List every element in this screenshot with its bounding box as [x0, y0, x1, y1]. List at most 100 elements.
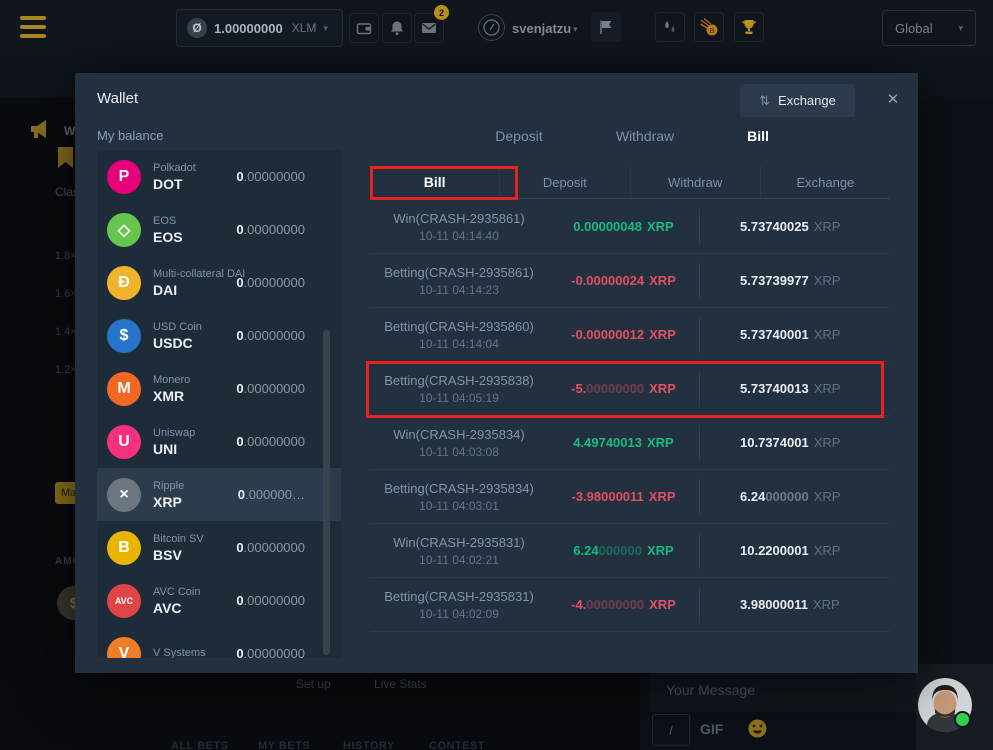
coin-row[interactable]: × Ripple XRP 0.000000… ›	[97, 468, 341, 521]
coin-balance-frac: .00000000	[244, 328, 305, 343]
emoji-button[interactable]	[747, 718, 768, 739]
subtab-exchange[interactable]: Exchange	[761, 166, 890, 198]
gif-button[interactable]: GIF	[700, 721, 723, 737]
notifications-button[interactable]	[382, 13, 412, 43]
coin-icon: M	[107, 372, 141, 406]
coin-row[interactable]: B Bitcoin SV BSV 0.00000000	[97, 521, 341, 574]
coin-name: Ripple	[153, 480, 184, 492]
region-dropdown[interactable]: Global ▾	[882, 10, 976, 46]
wallet-tab-withdraw[interactable]: Withdraw	[616, 128, 674, 144]
transaction-row: Win(CRASH-2935831) 10-11 04:02:21 6.2400…	[370, 524, 890, 578]
balance-selector[interactable]: Ø 1.00000000 XLM ▾	[176, 9, 343, 47]
fireball-button[interactable]: B	[694, 12, 724, 42]
footer-tab[interactable]: MY BETS	[258, 740, 310, 750]
chat-input-placeholder: Your Message	[666, 682, 755, 698]
coin-row[interactable]: P Polkadot DOT 0.00000000	[97, 150, 341, 203]
transaction-amount: -4.00000000XRP	[548, 597, 699, 612]
close-icon[interactable]: ✕	[881, 87, 905, 111]
transaction-balance: 5.73740025XRP	[700, 219, 890, 234]
coin-balance: 0.00000000	[236, 646, 305, 658]
coin-balance: 0.00000000	[236, 328, 305, 343]
flag-icon	[598, 19, 614, 35]
coin-list-scrollbar[interactable]	[323, 330, 330, 655]
coin-symbol: EOS	[153, 229, 183, 245]
rain-icon	[661, 18, 679, 36]
coin-symbol: USDC	[153, 335, 202, 351]
transaction-time: 10-11 04:03:08	[370, 445, 548, 459]
coin-balance-frac: .00000000	[244, 593, 305, 608]
multiplier-label: 1.2×	[55, 364, 77, 402]
contest-button[interactable]	[734, 12, 764, 42]
setup-tab[interactable]: Set up	[296, 677, 331, 691]
coin-name: EOS	[153, 215, 183, 227]
coin-row[interactable]: Ð Multi-collateral DAI DAI 0.00000000	[97, 256, 341, 309]
coin-balance-frac: .00000000	[244, 169, 305, 184]
coin-balance-frac: .000000…	[245, 487, 305, 502]
coin-list: P Polkadot DOT 0.00000000 ◇ EOS EOS 0.00…	[97, 150, 341, 658]
coin-balance-int: 0	[236, 222, 243, 237]
coin-name: Monero	[153, 374, 190, 386]
transaction-row: Betting(CRASH-2935834) 10-11 04:03:01 -3…	[370, 470, 890, 524]
transaction-amount: -0.00000024XRP	[548, 273, 699, 288]
coin-text: Bitcoin SV BSV	[153, 533, 204, 563]
footer-tab[interactable]: CONTEST	[429, 740, 485, 750]
menu-icon[interactable]	[20, 16, 46, 43]
coin-text: Monero XMR	[153, 374, 190, 404]
subtab-deposit[interactable]: Deposit	[500, 166, 630, 198]
subtab-withdraw[interactable]: Withdraw	[631, 166, 761, 198]
coin-symbol: DOT	[153, 176, 196, 192]
coin-icon: ◇	[107, 213, 141, 247]
user-avatar-icon[interactable]	[478, 14, 505, 41]
bookmark-icon	[57, 147, 74, 168]
coin-balance-int: 0	[236, 275, 243, 290]
transaction-amount: 6.24000000XRP	[548, 543, 699, 558]
transaction-name: Win(CRASH-2935831)	[370, 535, 548, 550]
coin-row[interactable]: ◇ EOS EOS 0.00000000	[97, 203, 341, 256]
transaction-amount: -3.98000011XRP	[548, 489, 699, 504]
wallet-tab-bill[interactable]: Bill	[747, 128, 769, 144]
wallet-button[interactable]	[349, 13, 379, 43]
footer-tab[interactable]: HISTORY	[343, 740, 395, 750]
coin-row[interactable]: AVC AVC Coin AVC 0.00000000	[97, 574, 341, 627]
coin-icon: Ð	[107, 266, 141, 300]
coin-name: Bitcoin SV	[153, 533, 204, 545]
language-button[interactable]	[591, 12, 621, 42]
transaction-balance: 10.7374001XRP	[700, 435, 890, 450]
coin-row[interactable]: V V Systems 0.00000000	[97, 627, 341, 658]
slash-command-button[interactable]: /	[652, 714, 690, 746]
transaction-label: Betting(CRASH-2935834) 10-11 04:03:01	[370, 481, 548, 513]
transaction-balance: 10.2200001XRP	[700, 543, 890, 558]
coin-text: Multi-collateral DAI DAI	[153, 268, 245, 298]
rain-button[interactable]	[655, 12, 685, 42]
transaction-row: Betting(CRASH-2935838) 10-11 04:05:19 -5…	[370, 362, 890, 416]
coin-name: V Systems	[153, 647, 206, 659]
coin-row[interactable]: M Monero XMR 0.00000000	[97, 362, 341, 415]
wallet-tab-deposit[interactable]: Deposit	[495, 128, 542, 144]
transaction-amount: 4.49740013XRP	[548, 435, 699, 450]
coin-symbol: UNI	[153, 441, 195, 457]
clock-icon	[483, 19, 500, 36]
coin-balance-frac: .00000000	[244, 434, 305, 449]
transaction-time: 10-11 04:02:21	[370, 553, 548, 567]
transaction-name: Betting(CRASH-2935860)	[370, 319, 548, 334]
transaction-row: Betting(CRASH-2935860) 10-11 04:14:04 -0…	[370, 308, 890, 362]
live-stats-tab[interactable]: Live Stats	[374, 677, 427, 691]
coin-symbol: DAI	[153, 282, 245, 298]
coin-text: Polkadot DOT	[153, 162, 196, 192]
exchange-button[interactable]: ⇅ Exchange	[740, 84, 855, 117]
subtab-bill[interactable]: Bill	[370, 166, 500, 198]
transaction-label: Win(CRASH-2935861) 10-11 04:14:40	[370, 211, 548, 243]
coin-row[interactable]: $ USD Coin USDC 0.00000000	[97, 309, 341, 362]
footer-tab[interactable]: ALL BETS	[171, 740, 229, 750]
topbar: Ø 1.00000000 XLM ▾ 2 svenjatzu ▾ B	[0, 0, 993, 56]
transaction-time: 10-11 04:14:04	[370, 337, 548, 351]
transaction-row: Win(CRASH-2935834) 10-11 04:03:08 4.4974…	[370, 416, 890, 470]
coin-name: Multi-collateral DAI	[153, 268, 245, 280]
username[interactable]: svenjatzu	[512, 21, 571, 36]
coin-balance-int: 0	[236, 434, 243, 449]
transaction-name: Win(CRASH-2935861)	[370, 211, 548, 226]
coin-icon: AVC	[107, 584, 141, 618]
transaction-row: Betting(CRASH-2935861) 10-11 04:14:23 -0…	[370, 254, 890, 308]
coin-symbol: XRP	[153, 494, 184, 510]
coin-row[interactable]: U Uniswap UNI 0.00000000	[97, 415, 341, 468]
